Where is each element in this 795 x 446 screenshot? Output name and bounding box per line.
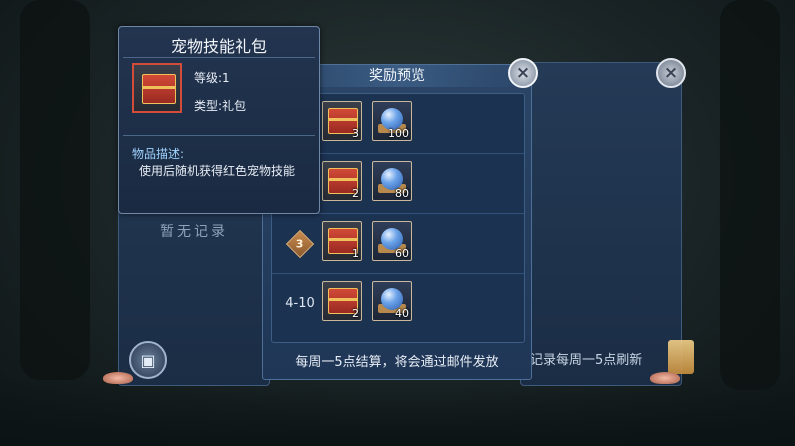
item-count: 2 xyxy=(352,187,359,200)
close-icon[interactable]: × xyxy=(656,58,686,88)
item-count: 2 xyxy=(352,307,359,320)
gift-box-icon[interactable]: 2 xyxy=(322,281,362,321)
settlement-note: 每周一5点结算，将会通过邮件发放 xyxy=(295,355,499,370)
description-text: 使用后随机获得红色宠物技能 xyxy=(139,164,296,178)
right-info-panel xyxy=(520,62,682,386)
gift-box-icon[interactable]: 1 xyxy=(322,221,362,261)
item-type: 类型:礼包 xyxy=(194,99,247,113)
reward-row: 3 1 60 xyxy=(272,214,524,274)
rank-number: 3 xyxy=(296,237,304,250)
divider xyxy=(123,57,315,58)
crystal-orb-icon[interactable]: 100 xyxy=(372,101,412,141)
item-name: 宠物技能礼包 xyxy=(170,37,267,56)
background-floor xyxy=(0,376,795,446)
rank-badge-icon: 3 xyxy=(285,229,315,258)
crystal-orb-icon[interactable]: 60 xyxy=(372,221,412,261)
lotus-icon xyxy=(103,372,133,384)
no-record-text: 暂无记录 xyxy=(160,224,228,240)
rank-label: 4-10 xyxy=(285,296,315,311)
background-tree-right xyxy=(720,0,780,390)
lantern-icon xyxy=(668,340,694,374)
reward-row: 4-10 2 40 xyxy=(272,274,524,333)
item-count: 80 xyxy=(395,187,409,200)
item-tooltip: 宠物技能礼包 等级:1 类型:礼包 物品描述: 使用后随机获得红色宠物技能 xyxy=(118,26,320,214)
item-count: 40 xyxy=(395,307,409,320)
description-label: 物品描述: xyxy=(132,147,185,161)
item-count: 3 xyxy=(352,127,359,140)
item-count: 1 xyxy=(352,247,359,260)
close-icon[interactable]: × xyxy=(508,58,538,88)
gift-box-icon[interactable]: 2 xyxy=(322,161,362,201)
refresh-note: 记录每周一5点刷新 xyxy=(530,353,643,368)
crystal-orb-icon[interactable]: 40 xyxy=(372,281,412,321)
gift-box-icon xyxy=(132,63,182,113)
background-tree-left xyxy=(20,0,90,380)
item-count: 100 xyxy=(388,127,409,140)
gift-box-icon[interactable]: 3 xyxy=(322,101,362,141)
divider xyxy=(123,135,315,136)
item-count: 60 xyxy=(395,247,409,260)
chest-icon[interactable]: ▣ xyxy=(129,341,167,379)
crystal-orb-icon[interactable]: 80 xyxy=(372,161,412,201)
rank-badge: 3 xyxy=(278,214,322,273)
item-level: 等级:1 xyxy=(194,71,230,85)
lotus-icon xyxy=(650,372,680,384)
